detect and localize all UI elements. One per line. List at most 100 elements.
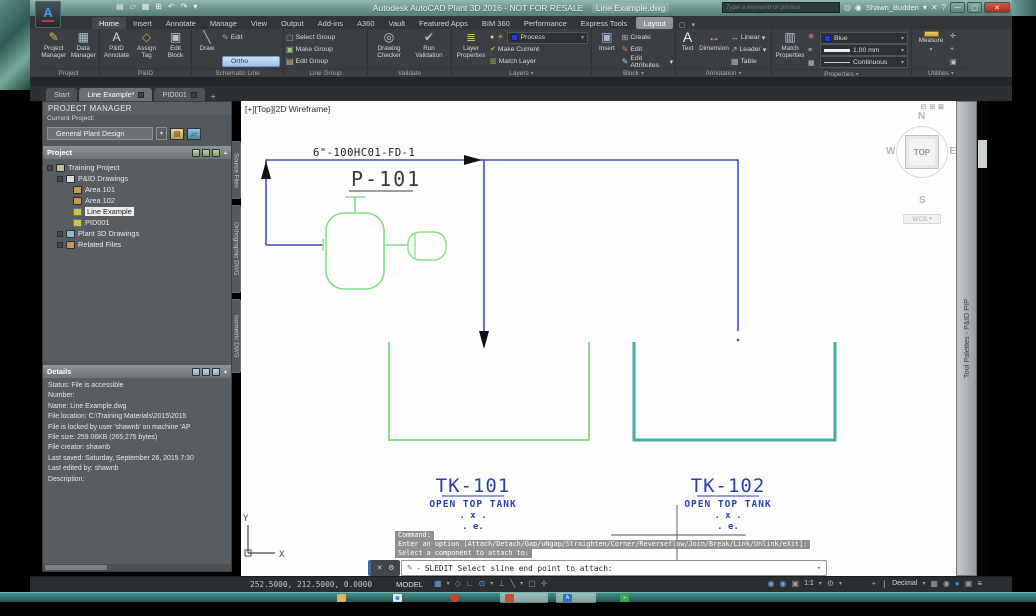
- attach-drawing-icon[interactable]: [211, 148, 220, 157]
- edit-sline-button[interactable]: ✎ Edit: [222, 32, 280, 43]
- scrollbar[interactable]: [977, 101, 988, 576]
- color-wheel-icon[interactable]: ◉: [808, 32, 818, 41]
- panel-name-annotation[interactable]: Annotation ▾: [676, 68, 771, 78]
- tab-featured-apps[interactable]: Featured Apps: [412, 17, 475, 29]
- panel-name-schematic[interactable]: Schematic Line: [192, 68, 283, 78]
- layer-dropdown[interactable]: Process ▾: [506, 31, 588, 44]
- object-snap-icon[interactable]: ⊥: [498, 579, 505, 588]
- search-icon[interactable]: ◎: [844, 3, 851, 12]
- new-project-icon[interactable]: ▤: [170, 127, 184, 140]
- make-group-button[interactable]: ▣ Make Group: [286, 44, 364, 55]
- match-layer-button[interactable]: ▥ Match Layer: [490, 56, 588, 67]
- command-input-bar[interactable]: ✎ - SLEDIT Select sline end point to att…: [401, 560, 827, 576]
- leader-button[interactable]: ↗ Leader ▾: [731, 44, 769, 55]
- layer-on-icon[interactable]: ●: [490, 33, 494, 42]
- draw-button[interactable]: ╲ Draw: [194, 31, 220, 68]
- quick-select-icon[interactable]: ✛: [950, 32, 962, 41]
- insert-block-button[interactable]: ▣ Insert: [594, 31, 620, 68]
- tab-performance[interactable]: Performance: [517, 17, 574, 29]
- tank-tk102-shape[interactable]: [632, 342, 837, 442]
- application-menu-button[interactable]: A: [35, 1, 61, 28]
- ribbon-collapse-icon[interactable]: ▾: [691, 21, 695, 29]
- user-dropdown-icon[interactable]: ▾: [923, 3, 927, 12]
- grid-toggle-icon[interactable]: ▦: [434, 579, 442, 588]
- panel-name-validate[interactable]: Validate: [368, 68, 451, 78]
- equipment-tag-label[interactable]: P-101: [351, 167, 421, 191]
- tk101-tag[interactable]: TK-101: [436, 475, 511, 497]
- drawing-canvas[interactable]: 6"-100HC01-FD-1 P-101 TK-101 OPEN TOP TA…: [241, 101, 956, 576]
- graphics-performance-icon[interactable]: ●: [955, 579, 960, 588]
- edit-block-ref-button[interactable]: ✎ Edit: [622, 44, 673, 55]
- tab-output[interactable]: Output: [274, 17, 311, 29]
- object-color-dropdown[interactable]: Blue ▾: [820, 32, 908, 44]
- viewcube-east[interactable]: E: [949, 146, 956, 157]
- tree-item-area-101[interactable]: Area 101: [43, 184, 231, 195]
- polar-tracking-icon[interactable]: ⊙: [479, 579, 486, 588]
- collapse-icon[interactable]: ▴: [224, 149, 227, 156]
- tab-layout[interactable]: Layout: [636, 17, 673, 29]
- tab-view[interactable]: View: [244, 17, 274, 29]
- tree-item-line-example[interactable]: Line Example: [43, 206, 231, 217]
- viewcube[interactable]: N W E S TOP WCS ▾: [886, 111, 956, 239]
- pump-shape[interactable]: [407, 231, 447, 261]
- autoscale-icon[interactable]: ◉: [780, 579, 787, 588]
- panel-name-line-group[interactable]: Line Group: [284, 68, 367, 78]
- tree-item-related-files[interactable]: Related Files: [43, 239, 231, 250]
- layer-freeze-icon[interactable]: ☀: [497, 33, 503, 42]
- side-tab-source-files[interactable]: Source Files: [232, 141, 241, 199]
- selection-cycling-icon[interactable]: ▢: [528, 579, 536, 588]
- data-manager-button[interactable]: ▦ Data Manager: [70, 31, 98, 68]
- tab-manage[interactable]: Manage: [203, 17, 244, 29]
- details-options-icon[interactable]: [211, 367, 220, 376]
- model-space-button[interactable]: MODEL: [392, 579, 427, 590]
- scrollbar-thumb[interactable]: [978, 140, 987, 168]
- annotation-monitor-icon[interactable]: ◉: [943, 579, 950, 588]
- vessel-shape[interactable]: [325, 212, 385, 290]
- edit-attributes-button[interactable]: ✎ Edit Attributes ▾: [622, 55, 673, 69]
- help-icon[interactable]: ?: [942, 3, 946, 12]
- linear-button[interactable]: ↔ Linear ▾: [731, 32, 769, 43]
- details-scrollbar[interactable]: [43, 564, 231, 571]
- tool-palettes-bar[interactable]: Tool Palettes - P&ID PIP: [956, 101, 977, 576]
- grid-chevron-icon[interactable]: ▾: [447, 580, 450, 587]
- lineweight-dropdown[interactable]: 1.00 mm ▾: [820, 44, 908, 56]
- edit-block-button[interactable]: ▣ Edit Block: [162, 31, 189, 68]
- tree-item-pid-drawings[interactable]: P&ID Drawings: [43, 173, 231, 184]
- command-line-grip[interactable]: ✕ ⚙: [368, 560, 400, 576]
- tank-tk101-shape[interactable]: [388, 342, 590, 441]
- drawing-checker-button[interactable]: ◎ Drawing Checker: [370, 31, 408, 68]
- viewcube-south[interactable]: S: [919, 195, 926, 206]
- panel-name-layers[interactable]: Layers ▾: [452, 68, 591, 78]
- collapse-icon[interactable]: ▴: [224, 368, 227, 375]
- pipe-line-main[interactable]: [265, 159, 739, 331]
- pid-annotate-button[interactable]: A P&ID Annotate: [102, 31, 131, 68]
- command-prompt[interactable]: SLEDIT Select sline end point to attach:: [425, 564, 613, 573]
- customization-menu-icon[interactable]: ≡: [977, 579, 982, 588]
- ortho-toggle-button[interactable]: Ortho: [222, 56, 280, 67]
- taskbar-powerpoint-icon[interactable]: [505, 594, 514, 602]
- lock-icon[interactable]: ▣: [792, 579, 800, 588]
- file-tab-line-example[interactable]: Line Example*: [79, 88, 153, 101]
- linetype-dropdown[interactable]: Continuous ▾: [820, 56, 908, 68]
- signed-in-user[interactable]: Shawn_Budden: [866, 3, 919, 12]
- polar-chevron-icon[interactable]: ▾: [490, 580, 493, 587]
- command-recent-icon[interactable]: ▾: [817, 564, 821, 572]
- tree-item-pid001[interactable]: PID001: [43, 217, 231, 228]
- taskbar-folder-icon[interactable]: [337, 594, 346, 602]
- open-project-icon[interactable]: ▱: [187, 127, 201, 140]
- tree-item-plant3d-drawings[interactable]: Plant 3D Drawings: [43, 228, 231, 239]
- taskbar-autocad-icon[interactable]: A: [563, 594, 572, 602]
- panel-name-project[interactable]: Project: [38, 68, 99, 78]
- units-value[interactable]: Decimal: [892, 580, 917, 587]
- file-tab-start[interactable]: Start: [46, 88, 78, 101]
- tab-bim360[interactable]: BIM 360: [475, 17, 517, 29]
- scale-chevron-icon[interactable]: ▾: [819, 580, 822, 587]
- minimize-button[interactable]: —: [950, 2, 965, 13]
- preview-icon[interactable]: [201, 367, 210, 376]
- taskbar-green-app-icon[interactable]: »: [620, 594, 629, 602]
- new-drawing-icon[interactable]: [201, 148, 210, 157]
- snap-toggle-icon[interactable]: ◇: [455, 579, 461, 588]
- annotation-scale-value[interactable]: 1:1: [804, 580, 814, 587]
- transparency-icon[interactable]: ▦: [808, 59, 818, 68]
- edit-group-button[interactable]: ▤ Edit Group: [286, 56, 364, 67]
